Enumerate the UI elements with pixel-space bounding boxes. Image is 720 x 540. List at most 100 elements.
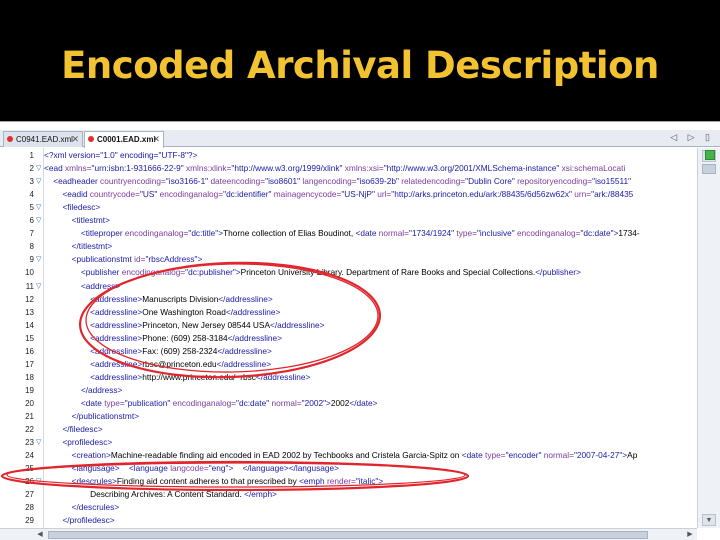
code-token: > [197,254,203,265]
code-line[interactable]: </publicationstmt> [44,410,139,423]
tab-bar: C0941.EAD.xml ✕ C0001.EAD.xml ✕ ◁ ▷ ▯ [0,130,720,148]
code-token: urn= [571,189,592,200]
fold-triangle-icon[interactable]: ▽ [36,214,41,227]
line-number: 14 [25,320,34,330]
fold-triangle-icon[interactable]: ▽ [36,280,41,293]
code-line[interactable]: <ead xmlns="urn:isbn:1-931666-22-9" xmln… [44,162,625,175]
tab-c0001[interactable]: C0001.EAD.xml ✕ [84,131,164,148]
scroll-thumb[interactable] [702,164,716,174]
line-number: 17 [25,359,34,369]
code-token: </profiledesc> [44,515,115,526]
fold-triangle-icon[interactable]: ▽ [36,475,41,488]
code-token: <eadheader [44,176,98,187]
code-line[interactable]: <publisher encodinganalog="dc:publisher"… [44,266,581,279]
line-number: 9 [29,255,34,265]
code-line[interactable]: <addressline>http://www.princeton.edu/~r… [44,371,310,384]
code-line[interactable]: <filedesc> [44,201,100,214]
code-line[interactable]: <eadheader countryencoding="iso3166-1" d… [44,175,631,188]
code-token: <date [461,450,483,461]
line-number: 16 [25,346,34,356]
scroll-down-icon[interactable]: ▼ [702,514,716,526]
scroll-right-icon[interactable]: ▶ [684,529,696,540]
horizontal-scrollbar[interactable]: ◀ ▶ [0,528,697,540]
line-number: 10 [25,268,34,278]
code-token: "dc:title" [188,228,219,239]
code-line[interactable]: <profiledesc> [44,436,112,449]
code-line[interactable]: <addressline>One Washington Road</addres… [44,306,280,319]
code-token: xmlns:xlink= [183,163,232,174]
code-token: normal= [541,450,574,461]
code-token: url= [374,189,392,200]
fold-triangle-icon[interactable]: ▽ [36,175,41,188]
xml-editor: C0941.EAD.xml ✕ C0001.EAD.xml ✕ ◁ ▷ ▯ 12… [0,121,720,540]
code-line[interactable]: </descrules> [44,501,120,514]
code-token: </addressline> [225,306,281,317]
code-line[interactable]: <addressline>rbsc@princeton.edu</address… [44,358,271,371]
line-number: 12 [25,294,34,304]
code-line[interactable]: </address> [44,384,123,397]
code-area[interactable]: <?xml version="1.0" encoding="UTF-8"?> <e… [44,148,695,528]
vertical-scrollbar[interactable]: ▲ ▼ [697,148,720,528]
code-token: langencoding= [300,176,357,187]
code-line[interactable]: <creation>Machine-readable finding aid e… [44,449,638,462]
code-token: </date> [349,397,378,408]
hscroll-thumb[interactable] [48,531,648,539]
code-token: countryencoding= [97,176,166,187]
code-line[interactable]: </filedesc> [44,423,103,436]
code-token: encodinganalog= [119,267,186,278]
code-token: "iso639-2b" [356,176,399,187]
code-token: encodinganalog= [170,397,237,408]
fold-triangle-icon[interactable]: ▽ [36,201,41,214]
line-number: 22 [25,425,34,435]
red-dot-icon [88,136,94,142]
code-token: </addressline> [227,332,283,343]
line-number: 29 [25,516,34,526]
code-token: "Dublin Core" [465,176,515,187]
scroll-left-icon[interactable]: ◀ [34,529,46,540]
code-line[interactable]: <publicationstmt id="rbscAddress"> [44,253,203,266]
code-line[interactable]: <addressline>Manuscripts Division</addre… [44,293,273,306]
code-line[interactable]: </titlestmt> [44,240,113,253]
fold-triangle-icon[interactable]: ▽ [36,162,41,175]
code-line[interactable]: <titlestmt> [44,214,110,227]
line-number: 15 [25,333,34,343]
code-token: <titleproper [44,228,123,239]
code-line[interactable]: <addressline>Phone: (609) 258-3184</addr… [44,332,282,345]
code-line[interactable]: <titleproper encodinganalog="dc:title">T… [44,227,640,240]
code-token: Manuscripts Division [142,293,219,304]
code-line[interactable]: <?xml version="1.0" encoding="UTF-8"?> [44,149,197,162]
code-line[interactable]: Describing Archives: A Content Standard.… [44,488,277,501]
fold-triangle-icon[interactable]: ▽ [36,436,41,449]
code-token: "US" [139,189,158,200]
code-line[interactable]: <eadid countrycode="US" encodinganalog="… [44,188,633,201]
code-line[interactable]: <descrules>Finding aid content adheres t… [44,475,384,488]
code-line[interactable]: <date type="publication" encodinganalog=… [44,397,378,410]
code-token: "dc:date" [580,228,614,239]
code-token: </emph> [244,489,277,500]
code-line[interactable]: </profiledesc> [44,514,115,527]
code-token: rbsc@princeton.edu [142,358,217,369]
validation-ok-icon [705,150,715,160]
code-token: <descrules> [44,476,117,487]
code-token: </titlestmt> [44,241,113,252]
code-token: Machine-readable finding aid encoded in … [110,450,462,461]
code-token: <filedesc> [44,202,101,213]
code-token: <date [355,228,377,239]
code-token: </filedesc> [44,424,103,435]
code-line[interactable]: <langusage> <language langcode="eng"> </… [44,462,339,475]
tab-c0941[interactable]: C0941.EAD.xml ✕ [3,131,83,147]
code-token: <profiledesc> [44,437,113,448]
code-token: "iso3166-1" [165,176,209,187]
fold-triangle-icon[interactable]: ▽ [36,253,41,266]
code-line[interactable]: <address> [44,280,120,293]
line-number: 21 [25,412,34,421]
code-token: "2002" [301,397,327,408]
code-line[interactable]: <addressline>Fax: (609) 258-2324</addres… [44,345,272,358]
line-number: 19 [25,385,34,395]
code-line[interactable]: <addressline>Princeton, New Jersey 08544… [44,319,324,332]
tab-nav-arrows[interactable]: ◁ ▷ ▯ [670,132,714,143]
close-icon[interactable]: ✕ [152,132,160,147]
code-token: </addressline> [216,358,272,369]
close-icon[interactable]: ✕ [71,132,79,147]
